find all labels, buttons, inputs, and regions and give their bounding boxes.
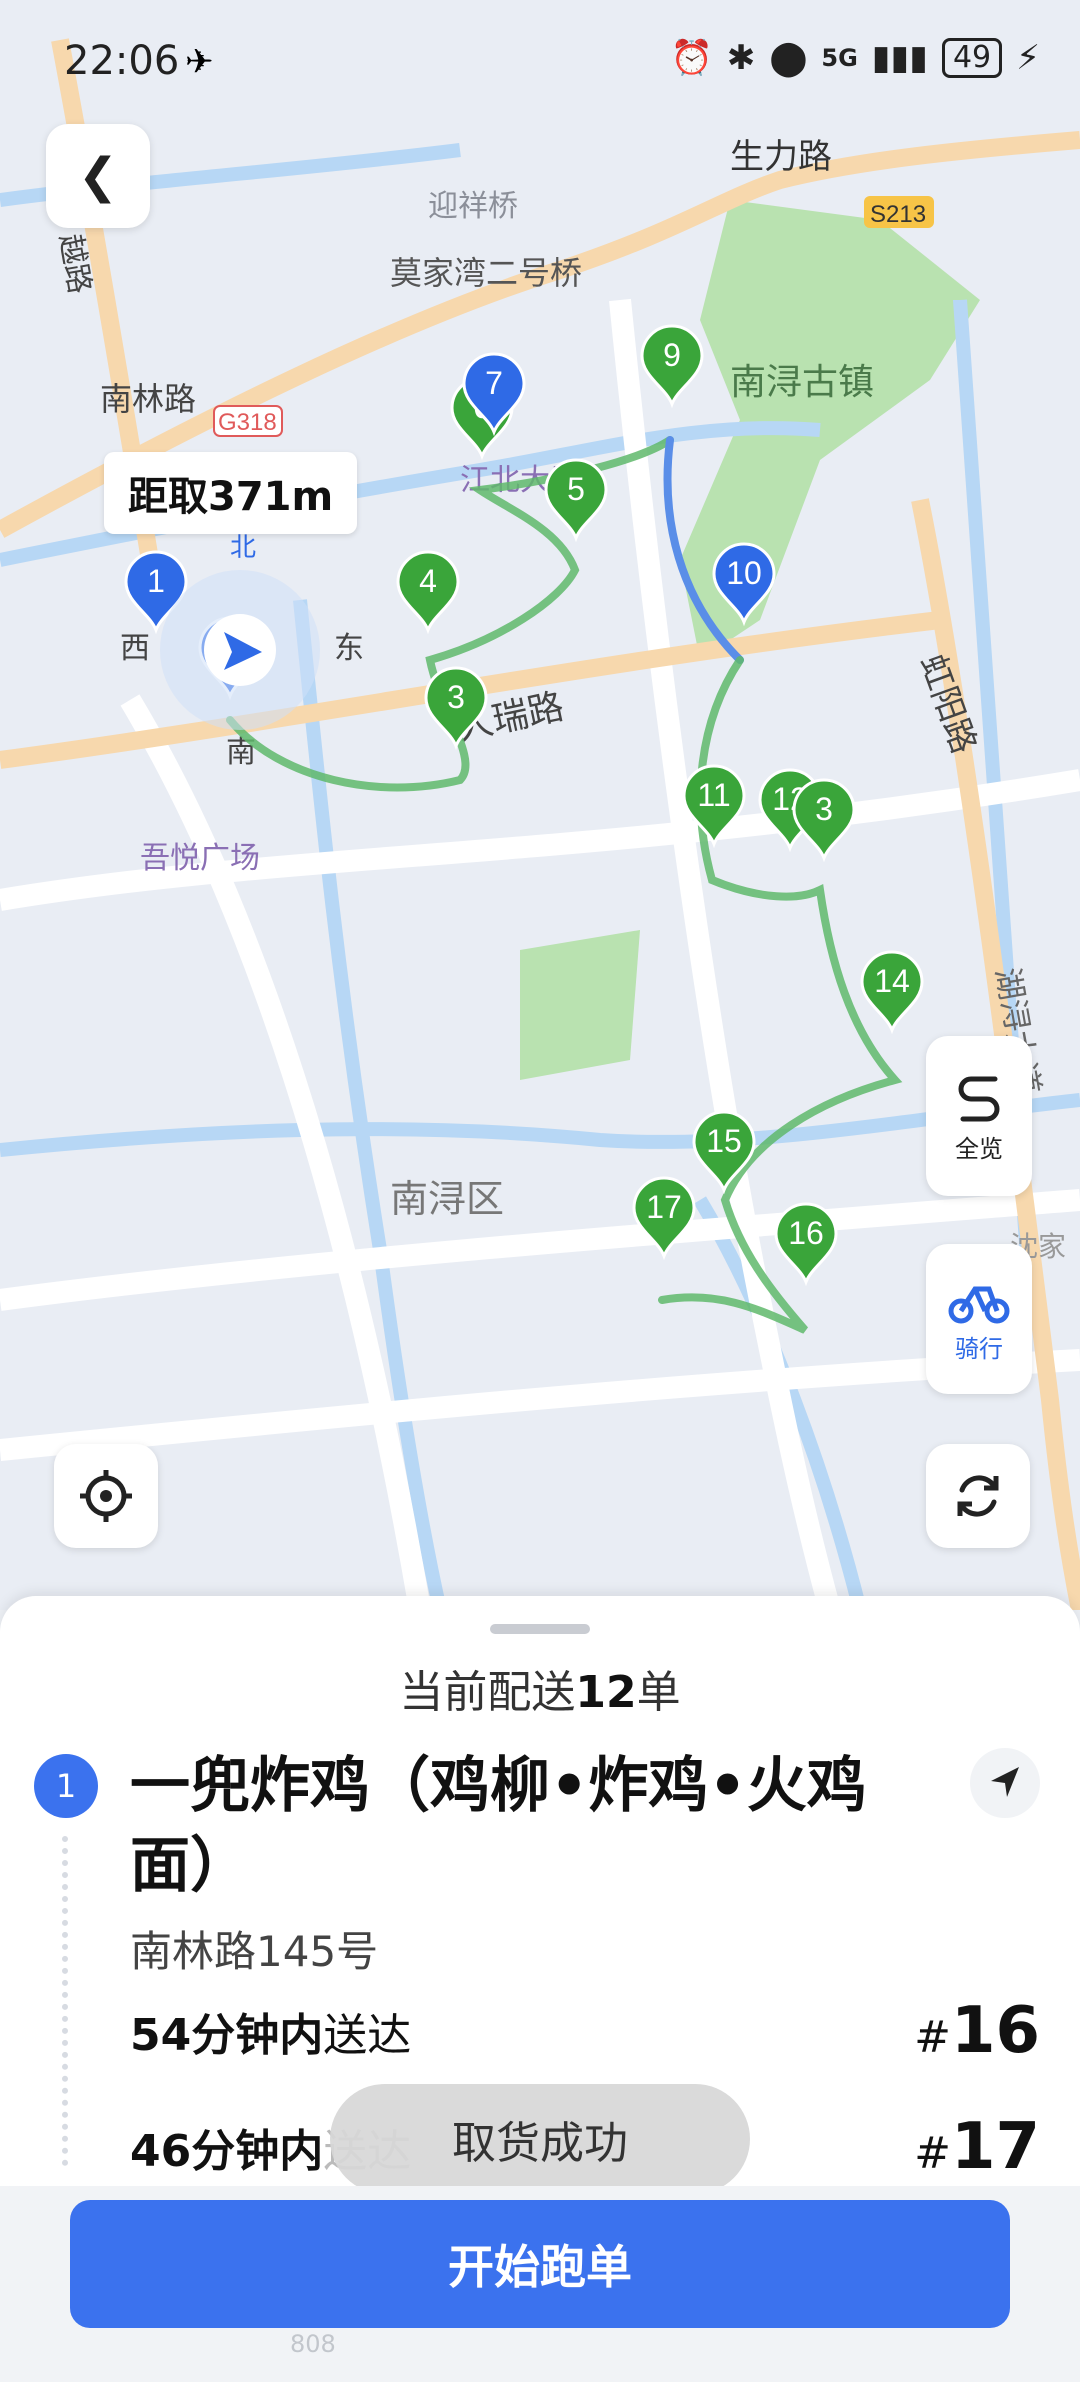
current-delivery-count: 当前配送12单 <box>0 1656 1080 1720</box>
airplane-icon: ✈ <box>185 42 214 82</box>
deadline-bold: 54分钟内 <box>130 2010 324 2061</box>
marker-label: 11 <box>697 777 730 813</box>
road-label: S213 <box>870 201 926 228</box>
navigate-button[interactable] <box>970 1748 1040 1818</box>
place-label: 南浔区 <box>390 1179 504 1221</box>
current-location-icon <box>160 570 320 730</box>
marker-label: 4 <box>419 563 437 599</box>
marker-label: 3 <box>447 679 465 715</box>
ride-label: 骑行 <box>955 1334 1003 1363</box>
marker-label: 14 <box>874 963 910 999</box>
crosshair-icon <box>80 1470 132 1522</box>
status-bar: 22:06 ✈ ⏰ ✱ ⬤ 5G ▮▮▮ 49 ⚡ <box>0 0 1080 120</box>
order-number: 16 <box>950 1994 1040 2068</box>
start-run-button[interactable]: 开始跑单 <box>70 2200 1010 2328</box>
map-label: 北 <box>230 532 256 562</box>
deadline-bold: 46分钟内 <box>130 2126 324 2177</box>
signal-icon: ▮▮▮ <box>871 38 928 78</box>
count-suffix: 单 <box>636 1667 681 1718</box>
refresh-icon <box>957 1475 999 1517</box>
marker-label: 7 <box>485 365 503 401</box>
marker-label: 3 <box>815 791 833 827</box>
marker-label: 9 <box>663 337 681 373</box>
overview-button[interactable]: 全览 <box>926 1036 1032 1196</box>
bluetooth-icon: ✱ <box>726 38 756 78</box>
distance-tag: 距取371m <box>104 452 358 534</box>
sheet-handle[interactable] <box>490 1624 590 1634</box>
road-label: 南林路 <box>100 381 196 417</box>
count-value: 12 <box>575 1667 637 1718</box>
order-hash: # <box>914 2128 951 2179</box>
order-hash: # <box>914 2012 951 2063</box>
place-label: 吾悦广场 <box>140 842 260 875</box>
marker-label: 17 <box>646 1189 682 1225</box>
count-prefix: 当前配送 <box>399 1667 576 1718</box>
ride-mode-button[interactable]: 骑行 <box>926 1244 1032 1394</box>
back-button[interactable]: ❮ <box>46 124 150 228</box>
road-label: 生力路 <box>730 138 832 176</box>
marker-label: 15 <box>706 1123 742 1159</box>
place-label: 南浔古镇 <box>730 361 874 402</box>
marker-label: 10 <box>726 555 762 591</box>
alarm-icon: ⏰ <box>670 38 713 78</box>
route-overview-icon <box>958 1076 1000 1121</box>
shop-address: 南林路145号 <box>130 1927 379 1976</box>
marker-label: 1 <box>147 563 165 599</box>
chevron-left-icon: ❮ <box>77 148 119 204</box>
toast-message: 取货成功 <box>330 2084 750 2194</box>
refresh-button[interactable] <box>926 1444 1030 1548</box>
locate-button[interactable] <box>54 1444 158 1548</box>
marker-label: 16 <box>788 1215 824 1251</box>
overview-label: 全览 <box>955 1134 1003 1163</box>
order-number: 17 <box>950 2110 1040 2184</box>
map-label: 西 <box>120 632 150 665</box>
deadline-rest: 送达 <box>323 2010 412 2061</box>
map-view[interactable]: 生力路 S213 迎祥桥 莫家湾二号桥 南浔古镇 南林路 G318 江北大厦 西… <box>0 0 1080 1610</box>
order-index-badge: 1 <box>34 1754 98 1818</box>
bike-icon <box>948 1286 1010 1323</box>
shop-name[interactable]: 一兜炸鸡（鸡柳•炸鸡•火鸡面） <box>130 1746 950 1906</box>
order-row[interactable]: 54分钟内送达 #16 <box>130 1994 1040 2068</box>
network-label: 5G <box>821 44 858 72</box>
road-label: G318 <box>218 409 277 436</box>
footnote-text: 808 <box>290 2330 336 2358</box>
timeline-line <box>62 1836 68 2166</box>
battery-level: 49 <box>941 38 1003 78</box>
map-label: 东 <box>334 632 364 665</box>
location-icon: ⬤ <box>769 38 808 78</box>
place-label: 莫家湾二号桥 <box>390 255 582 291</box>
status-time: 22:06 <box>64 38 180 84</box>
navigation-arrow-icon <box>991 1767 1019 1797</box>
park-area <box>520 930 640 1080</box>
place-label: 迎祥桥 <box>428 190 518 223</box>
charging-icon: ⚡ <box>1016 38 1040 78</box>
marker-label: 5 <box>567 471 585 507</box>
